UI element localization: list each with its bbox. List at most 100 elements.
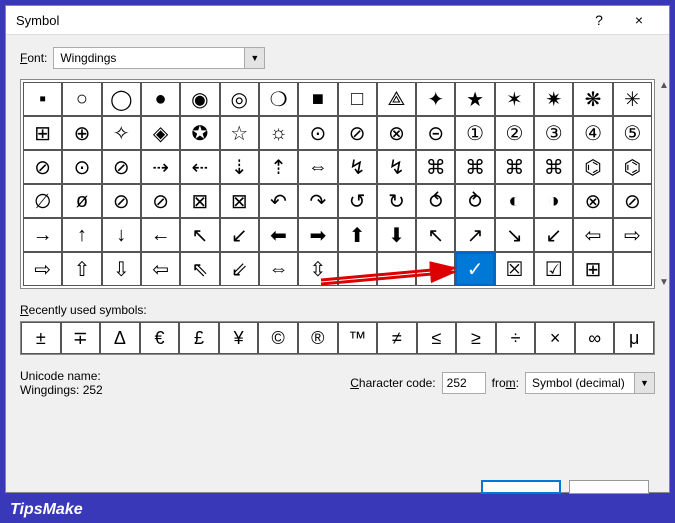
symbol-cell[interactable]: ↖	[180, 218, 219, 252]
symbol-cell[interactable]: ▪	[23, 82, 62, 116]
symbol-cell[interactable]: ⥁	[455, 184, 494, 218]
symbol-cell[interactable]: ↶	[259, 184, 298, 218]
symbol-cell[interactable]: ⇳	[298, 252, 337, 286]
insert-button[interactable]	[481, 480, 561, 494]
symbol-cell[interactable]: ⬅	[259, 218, 298, 252]
symbol-cell[interactable]: ✓	[455, 252, 494, 286]
symbol-cell[interactable]	[416, 252, 455, 286]
help-button[interactable]: ?	[579, 12, 619, 28]
from-input[interactable]	[526, 374, 634, 392]
symbol-cell[interactable]: ⌬	[613, 150, 652, 184]
symbol-cell[interactable]: ⇣	[220, 150, 259, 184]
symbol-cell[interactable]: ②	[495, 116, 534, 150]
recent-symbol-cell[interactable]: ®	[298, 322, 338, 354]
symbol-cell[interactable]: ➡	[298, 218, 337, 252]
symbol-cell[interactable]: ⇢	[141, 150, 180, 184]
symbol-cell[interactable]: ⇨	[613, 218, 652, 252]
recent-symbol-cell[interactable]: €	[140, 322, 180, 354]
symbol-cell[interactable]: ⇨	[23, 252, 62, 286]
symbol-cell[interactable]: ☑	[534, 252, 573, 286]
symbol-cell[interactable]: ■	[298, 82, 337, 116]
symbol-cell[interactable]: ↗	[455, 218, 494, 252]
symbol-cell[interactable]: ↯	[377, 150, 416, 184]
symbol-cell[interactable]: ○	[62, 82, 101, 116]
recent-symbol-cell[interactable]: ≠	[377, 322, 417, 354]
symbol-cell[interactable]: ③	[534, 116, 573, 150]
symbol-cell[interactable]: ◉	[180, 82, 219, 116]
recent-symbol-cell[interactable]: ©	[258, 322, 298, 354]
symbol-cell[interactable]: ⇔	[259, 252, 298, 286]
symbol-cell[interactable]: ⊞	[573, 252, 612, 286]
symbol-cell[interactable]: ⊗	[573, 184, 612, 218]
symbol-cell[interactable]: ↘	[495, 218, 534, 252]
cancel-button[interactable]	[569, 480, 649, 494]
symbol-cell[interactable]: ⊘	[141, 184, 180, 218]
symbol-cell[interactable]: ↷	[298, 184, 337, 218]
chevron-down-icon[interactable]: ▼	[244, 48, 264, 68]
recent-symbol-cell[interactable]: ¥	[219, 322, 259, 354]
font-select[interactable]: ▼	[53, 47, 265, 69]
symbol-cell[interactable]: ⥀	[416, 184, 455, 218]
recent-symbol-cell[interactable]: ±	[21, 322, 61, 354]
recent-symbol-cell[interactable]: ™	[338, 322, 378, 354]
symbol-cell[interactable]: ◐	[495, 184, 534, 218]
symbol-cell[interactable]: ✦	[416, 82, 455, 116]
recent-symbol-cell[interactable]: ∞	[575, 322, 615, 354]
symbol-cell[interactable]: ⊘	[23, 150, 62, 184]
scroll-down-icon[interactable]: ▼	[659, 277, 669, 288]
symbol-cell[interactable]: ⟁	[377, 82, 416, 116]
recent-symbol-cell[interactable]: Δ	[100, 322, 140, 354]
symbol-cell[interactable]: ●	[141, 82, 180, 116]
symbol-cell[interactable]: ø	[62, 184, 101, 218]
symbol-cell[interactable]: ⊞	[23, 116, 62, 150]
symbol-cell[interactable]: ⌘	[455, 150, 494, 184]
symbol-cell[interactable]: ⇙	[220, 252, 259, 286]
symbol-cell[interactable]: ✶	[495, 82, 534, 116]
close-button[interactable]: ×	[619, 12, 659, 28]
scroll-up-icon[interactable]: ▲	[659, 80, 669, 91]
symbol-cell[interactable]: ⊘	[338, 116, 377, 150]
symbol-cell[interactable]: ↙	[534, 218, 573, 252]
symbol-cell[interactable]: ⑤	[613, 116, 652, 150]
charcode-input[interactable]	[442, 372, 486, 394]
symbol-cell[interactable]: ⊘	[613, 184, 652, 218]
symbol-cell[interactable]: □	[338, 82, 377, 116]
symbol-cell[interactable]: ☆	[220, 116, 259, 150]
font-input[interactable]	[54, 49, 244, 67]
recent-symbol-cell[interactable]: £	[179, 322, 219, 354]
symbol-cell[interactable]: ✳	[613, 82, 652, 116]
symbol-cell[interactable]: ↑	[62, 218, 101, 252]
symbol-cell[interactable]: ⊠	[180, 184, 219, 218]
symbol-cell[interactable]: ⊕	[62, 116, 101, 150]
symbol-cell[interactable]: ↓	[102, 218, 141, 252]
symbol-cell[interactable]: ◎	[220, 82, 259, 116]
symbol-cell[interactable]: ◑	[534, 184, 573, 218]
chevron-down-icon[interactable]: ▼	[634, 373, 654, 393]
symbol-cell[interactable]: ⊗	[377, 116, 416, 150]
symbol-cell[interactable]: ⊙	[62, 150, 101, 184]
symbol-cell[interactable]	[377, 252, 416, 286]
symbol-cell[interactable]: ✧	[102, 116, 141, 150]
symbol-cell[interactable]: ⇧	[62, 252, 101, 286]
symbol-cell[interactable]: ⇖	[180, 252, 219, 286]
symbol-cell[interactable]: ☒	[495, 252, 534, 286]
symbol-cell[interactable]: ✪	[180, 116, 219, 150]
symbol-cell[interactable]: ↺	[338, 184, 377, 218]
recent-symbol-cell[interactable]: ×	[535, 322, 575, 354]
symbol-cell[interactable]: ⊘	[102, 150, 141, 184]
symbol-cell[interactable]	[338, 252, 377, 286]
symbol-cell[interactable]: ⇩	[102, 252, 141, 286]
symbol-cell[interactable]: ⊙	[298, 116, 337, 150]
symbol-cell[interactable]: ❍	[259, 82, 298, 116]
symbol-cell[interactable]: ⌘	[495, 150, 534, 184]
symbol-cell[interactable]: ◈	[141, 116, 180, 150]
symbol-cell[interactable]: ✷	[534, 82, 573, 116]
from-select[interactable]: ▼	[525, 372, 655, 394]
recent-symbol-cell[interactable]: ≤	[417, 322, 457, 354]
symbol-cell[interactable]: ∅	[23, 184, 62, 218]
recent-symbol-cell[interactable]: μ	[614, 322, 654, 354]
symbol-cell[interactable]: ⇔	[298, 150, 337, 184]
symbol-cell[interactable]: ❋	[573, 82, 612, 116]
recent-symbol-cell[interactable]: ≥	[456, 322, 496, 354]
symbol-cell[interactable]: ⌘	[416, 150, 455, 184]
